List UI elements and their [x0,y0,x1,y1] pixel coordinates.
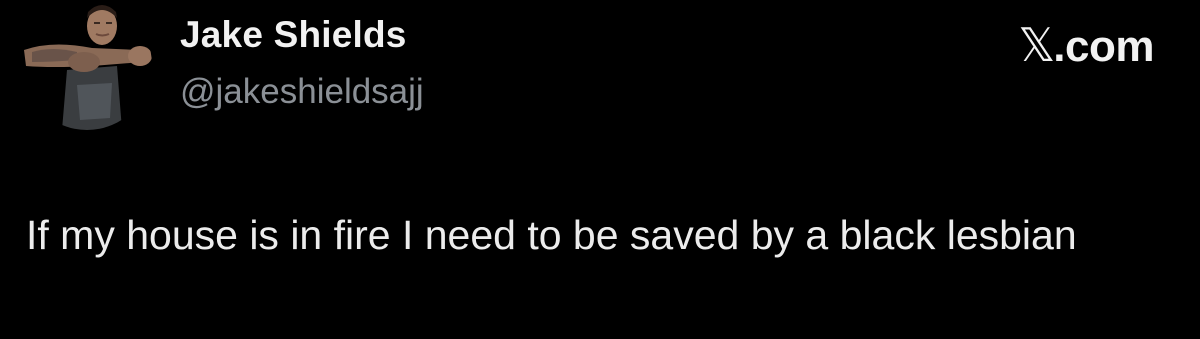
brand-domain: .com [1053,22,1154,71]
tweet-text: If my house is in fire I need to be save… [26,212,1077,258]
profile-photo-icon [22,0,152,130]
author-handle[interactable]: @jakeshieldsajj [180,72,424,112]
x-brand-icon: 𝕏 [1018,18,1055,72]
x-logo: 𝕏.com [1018,18,1154,72]
tweet-card: Jake Shields @jakeshieldsajj 𝕏.com If my… [0,0,1200,339]
author-display-name[interactable]: Jake Shields [180,14,407,56]
author-avatar[interactable] [22,0,152,130]
